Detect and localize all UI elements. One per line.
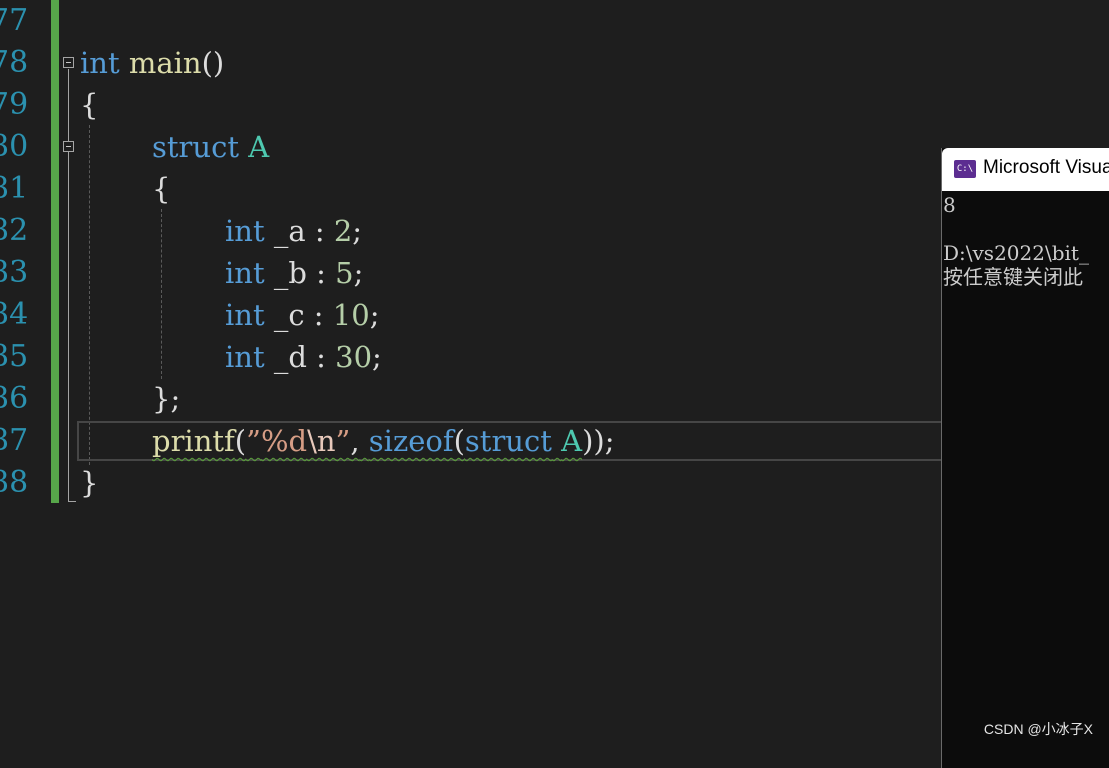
parens: ()	[201, 46, 225, 80]
close-brace: }	[80, 466, 99, 500]
console-titlebar[interactable]: C:\ Microsoft Visua	[942, 148, 1109, 191]
changes-indicator-bar	[51, 0, 59, 503]
line-number: 77	[0, 3, 29, 38]
closing-parens: ));	[582, 424, 615, 458]
escape-sequence: \n	[307, 424, 336, 458]
struct-name: A	[248, 130, 270, 164]
bit-width: 10	[332, 298, 370, 332]
colon: :	[314, 214, 325, 248]
keyword-struct: struct	[464, 424, 552, 458]
outline-end-tick	[68, 501, 76, 502]
watermark: CSDN @小冰子X	[983, 721, 1093, 737]
comma: ,	[350, 424, 360, 458]
indent-guide	[161, 209, 162, 379]
line-number: 81	[0, 171, 29, 206]
outline-line-main	[68, 69, 69, 501]
keyword-struct: struct	[152, 130, 239, 164]
field-name: _b	[273, 256, 307, 290]
open-brace: {	[80, 88, 99, 122]
console-output-line: 8	[943, 193, 956, 217]
keyword-int: int	[225, 214, 265, 248]
keyword-int: int	[80, 46, 120, 80]
collapse-struct-icon[interactable]	[63, 141, 74, 152]
semicolon: ;	[372, 340, 382, 374]
close-brace: }	[152, 382, 171, 416]
line-number: 82	[0, 213, 29, 248]
code-line-79[interactable]: {	[80, 84, 98, 126]
warning-squiggle-range: printf(”%d\n”, sizeof(struct A	[152, 424, 582, 458]
code-line-84[interactable]: int _c : 10;	[225, 294, 379, 336]
code-line-86[interactable]: };	[152, 378, 180, 420]
code-line-88[interactable]: }	[80, 462, 98, 504]
line-number: 83	[0, 255, 29, 290]
console-app-icon: C:\	[954, 160, 976, 178]
colon: :	[313, 298, 324, 332]
string-quote: ”	[335, 424, 351, 458]
colon: :	[316, 340, 326, 374]
keyword-int: int	[225, 256, 265, 290]
code-line-82[interactable]: int _a : 2;	[225, 210, 362, 252]
bit-width: 30	[335, 340, 373, 374]
semicolon: ;	[170, 382, 181, 416]
line-number: 86	[0, 381, 29, 416]
bit-width: 2	[333, 214, 353, 248]
semicolon: ;	[353, 256, 364, 290]
code-line-87[interactable]: printf(”%d\n”, sizeof(struct A));	[152, 420, 614, 462]
semicolon: ;	[352, 214, 363, 248]
code-line-85[interactable]: int _d : 30;	[225, 336, 382, 378]
indent-guide	[89, 125, 90, 465]
field-name: _c	[273, 298, 305, 332]
struct-name: A	[561, 424, 583, 458]
line-number: 80	[0, 129, 29, 164]
code-line-78[interactable]: int main()	[80, 42, 224, 84]
console-output-line: D:\vs2022\bit_	[943, 241, 1089, 265]
field-name: _d	[273, 340, 307, 374]
line-number: 88	[0, 465, 29, 500]
string-quote: ”	[246, 424, 261, 458]
open-brace: {	[152, 172, 171, 206]
console-window[interactable]: C:\ Microsoft Visua 8 D:\vs2022\bit_ 按任意…	[941, 148, 1109, 768]
open-paren: (	[234, 424, 247, 458]
console-output-line: 按任意键关闭此	[943, 265, 1083, 289]
keyword-sizeof: sizeof	[368, 424, 454, 458]
code-line-83[interactable]: int _b : 5;	[225, 252, 363, 294]
semicolon: ;	[369, 298, 380, 332]
function-printf: printf	[152, 424, 235, 458]
console-title: Microsoft Visua	[983, 157, 1109, 178]
field-name: _a	[273, 214, 306, 248]
keyword-int: int	[225, 340, 265, 374]
code-line-80[interactable]: struct A	[152, 126, 269, 168]
line-number: 79	[0, 87, 29, 122]
format-specifier: %d	[260, 424, 308, 458]
bit-width: 5	[335, 256, 354, 290]
keyword-int: int	[225, 298, 265, 332]
line-number: 78	[0, 45, 29, 80]
line-number: 87	[0, 423, 29, 458]
line-number: 84	[0, 297, 29, 332]
code-line-81[interactable]: {	[152, 168, 170, 210]
function-name: main	[128, 46, 202, 80]
collapse-main-icon[interactable]	[63, 57, 74, 68]
line-number: 85	[0, 339, 29, 374]
colon: :	[316, 256, 326, 290]
open-paren: (	[453, 424, 465, 458]
